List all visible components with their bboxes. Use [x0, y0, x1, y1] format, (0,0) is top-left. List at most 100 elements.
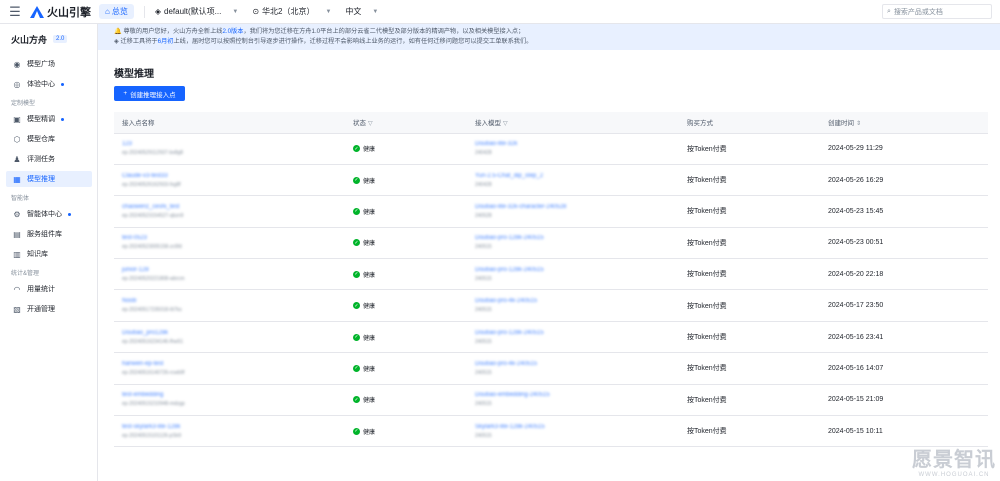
- create-endpoint-label: 创建推理接入点: [130, 91, 176, 99]
- brand[interactable]: 火山引擎: [30, 4, 91, 20]
- model-name-link[interactable]: Yun-2.5-Chat_dip_step_2: [475, 173, 679, 179]
- cell-endpoint: Claude-v3-test33 ep-20240526162933-fxg8f: [114, 164, 345, 197]
- model-name-link[interactable]: Skylark3-lite-128k-240515: [475, 424, 679, 430]
- sidebar-item-label: 服务组件库: [27, 231, 62, 238]
- sidebar-group-stats: 统计&管理: [11, 271, 40, 277]
- model-name-link[interactable]: Doubao-lite-32k: [475, 141, 679, 147]
- endpoint-id: ep-20240515101126-jc5k9: [122, 432, 182, 439]
- search-placeholder: 搜索产品或文档: [893, 8, 943, 16]
- sidebar: 火山方舟 2.0 ◉ 模型广场 ◎ 体验中心 定制模型 ▣ 模型精调 ⬡ 模型仓…: [0, 24, 98, 481]
- sidebar-item-service-components[interactable]: ▤ 服务组件库: [6, 226, 92, 242]
- sidebar-item-model-square[interactable]: ◉ 模型广场: [6, 56, 92, 72]
- check-circle-icon: ✓: [353, 207, 360, 215]
- person-icon: ♟: [13, 154, 21, 164]
- cell-status: ✓ 健康: [345, 195, 467, 228]
- sidebar-item-label: 体验中心: [27, 81, 55, 88]
- model-name-link[interactable]: Doubao-lite-32k-character-240528: [475, 204, 679, 210]
- sidebar-item-model-inference[interactable]: ▦ 模型推理: [6, 171, 92, 187]
- tuning-icon: ▣: [13, 114, 21, 124]
- table-row: test-0523 ep-20240523005158-zc6fd ✓ 健康 Douba…: [114, 227, 988, 260]
- home-label: 总览: [111, 7, 128, 16]
- sidebar-item-label: 模型仓库: [27, 136, 55, 143]
- endpoint-name-link[interactable]: junior-128: [122, 267, 345, 273]
- plus-icon: +: [123, 90, 128, 97]
- cell-endpoint: test-skylark3-lite-128k ep-20240515101126…: [114, 415, 345, 448]
- project-select[interactable]: ◈ default(默认项... ▼: [155, 6, 238, 17]
- notice-version-link[interactable]: 2.0版本: [222, 28, 243, 35]
- status-label: 健康: [363, 272, 376, 279]
- home-icon: ⌂: [105, 7, 110, 16]
- sidebar-item-experience-center[interactable]: ◎ 体验中心: [6, 76, 92, 92]
- filter-icon[interactable]: ▽: [503, 121, 508, 127]
- sidebar-item-activation[interactable]: ▧ 开通管理: [6, 301, 92, 317]
- model-name-link[interactable]: Doubao-pro-128k-240515: [475, 235, 679, 241]
- check-circle-icon: ✓: [353, 145, 360, 153]
- sidebar-item-usage-stats[interactable]: ◠ 用量统计: [6, 281, 92, 297]
- cell-endpoint: Doubao_pro128k ep-20240516234146-fhw51: [114, 321, 345, 354]
- status-badge: ✓ 健康: [353, 364, 467, 373]
- sidebar-item-agent-center[interactable]: ⚙ 智能体中心: [6, 206, 92, 222]
- model-name-link[interactable]: Doubao-pro-128k-240515: [475, 267, 679, 273]
- cell-purchase: 按Token付费: [679, 164, 820, 197]
- region-select[interactable]: ⊙ 华北2（北京） ▼: [252, 6, 331, 17]
- endpoint-id: ep-20240520221808-wbrcm: [122, 275, 185, 282]
- language-label: 中文: [345, 7, 362, 16]
- model-version: 240528: [475, 212, 492, 219]
- status-label: 健康: [363, 178, 376, 185]
- endpoint-name-link[interactable]: hanwen-ep-test: [122, 361, 345, 367]
- sidebar-group-custom-model: 定制模型: [11, 101, 36, 107]
- language-select[interactable]: 中文 ▼: [345, 6, 378, 17]
- model-name-link[interactable]: Doubao-embedding-240515: [475, 392, 679, 398]
- header-model[interactable]: 接入模型 ▽: [467, 112, 679, 134]
- table-body: 123 ep-20240529112937-bx8g8 ✓ 健康 Doubao-lite…: [114, 133, 988, 448]
- cell-status: ✓ 健康: [345, 258, 467, 291]
- sidebar-item-evaluation[interactable]: ♟ 评测任务: [6, 151, 92, 167]
- status-badge: ✓ 健康: [353, 301, 467, 310]
- endpoint-id: ep-20240517235018-6t7ks: [122, 307, 182, 314]
- project-icon: ◈: [154, 7, 161, 16]
- table-row: hanwen-ep-test ep-20240516140726-rcwb9f ✓ 健…: [114, 352, 988, 385]
- endpoint-id: ep-20240529112937-bx8g8: [122, 150, 184, 157]
- check-circle-icon: ✓: [353, 427, 360, 435]
- endpoint-name-link[interactable]: Doubao_pro128k: [122, 330, 345, 336]
- filter-icon[interactable]: ▽: [368, 121, 373, 127]
- model-name-link[interactable]: Doubao-pro-4k-240515: [475, 361, 679, 367]
- endpoint-name-link[interactable]: test-0523: [122, 235, 345, 241]
- sidebar-item-knowledge-base[interactable]: ▥ 知识库: [6, 246, 92, 262]
- sidebar-item-fine-tuning[interactable]: ▣ 模型精调: [6, 111, 92, 127]
- sidebar-item-label: 模型广场: [27, 61, 55, 68]
- cell-status: ✓ 健康: [345, 384, 467, 417]
- sidebar-item-label: 知识库: [27, 251, 48, 258]
- model-name-link[interactable]: Doubao-pro-128k-240515: [475, 330, 679, 336]
- endpoint-name-link[interactable]: Noob: [122, 298, 345, 304]
- model-name-link[interactable]: Doubao-pro-4k-240515: [475, 298, 679, 304]
- cell-status: ✓ 健康: [345, 133, 467, 165]
- endpoint-name-link[interactable]: 123: [122, 141, 345, 147]
- menu-icon[interactable]: ☰: [4, 4, 26, 20]
- cell-status: ✓ 健康: [345, 415, 467, 448]
- cell-purchase: 按Token付费: [679, 352, 820, 385]
- cell-status: ✓ 健康: [345, 321, 467, 354]
- table-row: Claude-v3-test33 ep-20240526162933-fxg8f ✓…: [114, 164, 988, 197]
- header-created[interactable]: 创建时间 ⇕: [820, 112, 988, 134]
- sidebar-item-model-repository[interactable]: ⬡ 模型仓库: [6, 131, 92, 147]
- header-status[interactable]: 状态 ▽: [345, 112, 467, 134]
- cell-model: Doubao-pro-128k-240515 240515: [467, 258, 679, 291]
- create-endpoint-button[interactable]: + 创建推理接入点: [114, 86, 185, 101]
- new-dot: [68, 212, 71, 216]
- search-input[interactable]: ⌕ 搜索产品或文档: [882, 4, 992, 19]
- activation-icon: ▧: [13, 304, 21, 314]
- endpoint-name-link[interactable]: chaowenz_ceshi_test: [122, 204, 345, 210]
- model-version: 240428: [475, 150, 492, 157]
- cell-status: ✓ 健康: [345, 164, 467, 197]
- endpoint-name-link[interactable]: test-embedding: [122, 392, 345, 398]
- sort-icon[interactable]: ⇕: [856, 121, 861, 127]
- experience-icon: ◎: [13, 79, 21, 89]
- home-button[interactable]: ⌂ 总览: [99, 4, 134, 19]
- endpoint-id: ep-20240526162933-fxg8f: [122, 181, 181, 188]
- notice-banner: 🔔 尊敬的用户您好，火山方舟全新上线2.0版本，我们将为您迁移在方舟1.0平台上…: [98, 24, 1000, 50]
- endpoint-name-link[interactable]: Claude-v3-test33: [122, 173, 345, 179]
- endpoint-name-link[interactable]: test-skylark3-lite-128k: [122, 424, 345, 430]
- notice-line-2: ◈ 迁移工具将于6月初上线，届时您可以按照控制台引导逐步进行操作，迁移过程不会影…: [114, 38, 533, 45]
- bell-icon: 🔔: [114, 28, 122, 35]
